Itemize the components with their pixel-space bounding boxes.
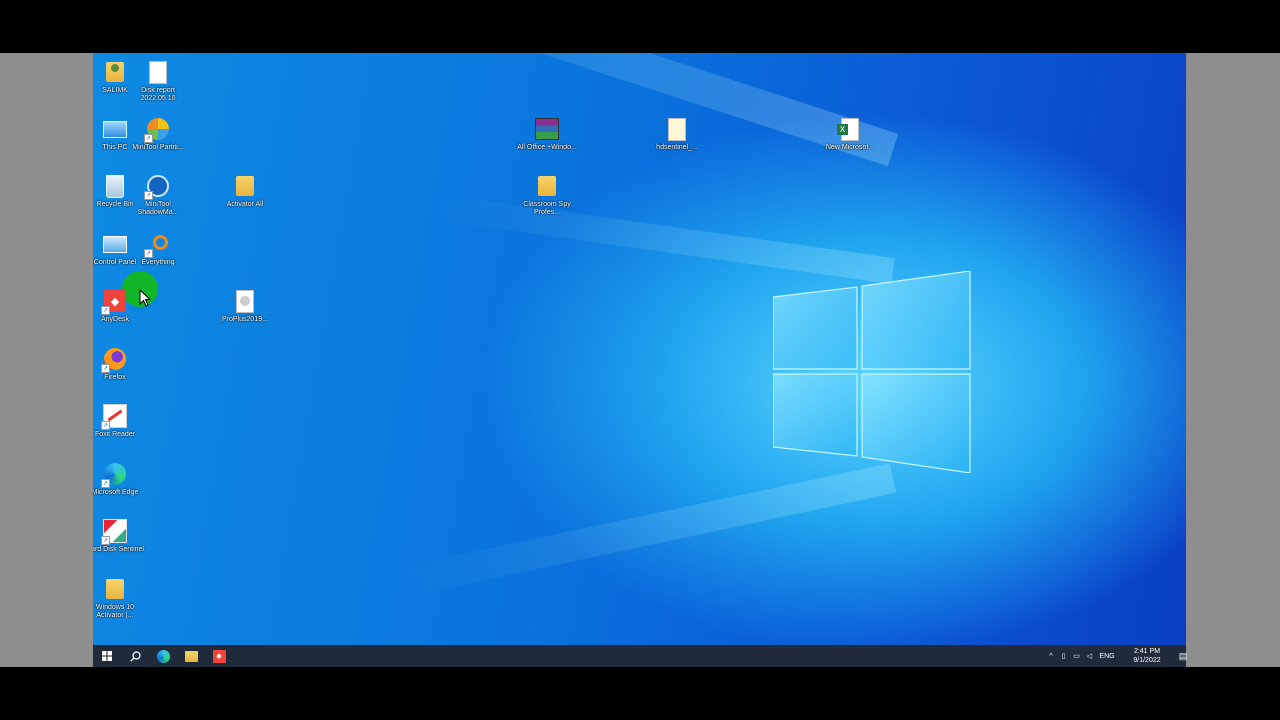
icon-label: MiniTool Partiti... xyxy=(132,144,184,151)
desktop-icon-everything[interactable]: ↗ Everything xyxy=(128,231,188,267)
icon-label: AnyDesk xyxy=(100,316,129,323)
light-beam xyxy=(400,463,897,597)
system-tray: ^ ▯ ▭ ◁ ENG 2:41 PM 9/1/2022 ▤ xyxy=(1045,645,1194,667)
icon-label: New Microsof... xyxy=(825,144,875,151)
taskbar: ◆ ^ ▯ ▭ ◁ ENG 2:41 PM 9/1/2022 ▤ xyxy=(93,645,1187,667)
usb-icon[interactable]: ▯ xyxy=(1057,652,1070,660)
desktop-icon-firefox[interactable]: ↗ Firefox xyxy=(93,346,145,382)
desktop[interactable]: SALIMK Disk report 2022.05.10 This PC ↗ … xyxy=(93,53,1186,645)
search-icon xyxy=(129,650,141,662)
file-explorer-icon xyxy=(184,650,198,662)
computer-icon xyxy=(102,116,128,142)
desktop-icon-minitool-shadowmaker[interactable]: ↗ MiniTool ShadowMa... xyxy=(128,173,188,217)
folder-icon xyxy=(534,173,560,199)
recycle-bin-icon xyxy=(102,173,128,199)
taskbar-anydesk[interactable]: ◆ xyxy=(205,645,233,667)
desktop-icon-microsoft-edge[interactable]: ↗ Microsoft Edge xyxy=(93,461,145,497)
icon-label: Foxit Reader xyxy=(94,431,136,438)
start-button[interactable] xyxy=(93,645,121,667)
desktop-icon-proplus2019[interactable]: ProPlus2019... xyxy=(215,288,275,324)
zip-file-icon xyxy=(664,116,690,142)
windows-start-icon xyxy=(102,651,112,661)
desktop-icon-disk-report[interactable]: Disk report 2022.05.10 xyxy=(128,59,188,103)
anydesk-icon: ◆ ↗ xyxy=(101,288,128,315)
clock-date: 9/1/2022 xyxy=(1133,657,1161,664)
network-icon[interactable]: ▭ xyxy=(1070,652,1083,660)
desktop-icon-hdsentinel[interactable]: hdsentinel_... xyxy=(647,116,707,152)
desktop-icon-anydesk[interactable]: ◆ ↗ AnyDesk xyxy=(93,288,145,324)
disc-image-icon xyxy=(232,288,258,314)
icon-label: Firefox xyxy=(104,374,126,381)
excel-icon: X xyxy=(837,116,863,142)
letterbox-right xyxy=(1186,53,1280,667)
document-icon xyxy=(145,59,171,85)
user-folder-icon xyxy=(102,59,128,85)
desktop-icon-windows-10-activator[interactable]: Windows 10 Activator (... xyxy=(93,576,145,620)
letterbox-left xyxy=(0,53,93,667)
anydesk-icon: ◆ xyxy=(212,649,226,663)
folder-icon xyxy=(232,173,258,199)
clock-time: 2:41 PM xyxy=(1133,648,1161,655)
hard-disk-icon: ↗ xyxy=(101,518,128,545)
desktop-icon-minitool-partition[interactable]: ↗ MiniTool Partiti... xyxy=(128,116,188,152)
volume-icon[interactable]: ◁ xyxy=(1083,652,1096,660)
notification-icon[interactable]: ▤ xyxy=(1172,651,1194,662)
minitool-shadowmaker-icon: ↗ xyxy=(144,173,171,200)
icon-label: Windows 10 Activator (... xyxy=(95,604,135,619)
firefox-icon: ↗ xyxy=(101,346,128,373)
edge-icon xyxy=(156,649,170,663)
folder-icon xyxy=(102,576,128,602)
pdf-reader-icon: ↗ xyxy=(101,403,128,430)
desktop-icon-all-office-windows[interactable]: All Office +Windo... xyxy=(517,116,577,152)
icon-label: Hard Disk Sentinel xyxy=(93,546,144,553)
desktop-icon-hard-disk-sentinel[interactable]: ↗ Hard Disk Sentinel xyxy=(93,518,145,554)
icon-label: Classroom Spy Profes... xyxy=(523,201,571,216)
search-button[interactable] xyxy=(121,645,149,667)
control-panel-icon xyxy=(102,231,128,257)
winrar-icon xyxy=(534,116,560,142)
icon-label: ProPlus2019... xyxy=(222,316,268,323)
desktop-icon-new-microsoft-excel[interactable]: X New Microsof... xyxy=(820,116,880,152)
minitool-partition-icon: ↗ xyxy=(144,116,171,143)
language-indicator[interactable]: ENG xyxy=(1096,653,1118,660)
mouse-pointer-icon xyxy=(139,289,151,307)
desktop-icon-foxit-reader[interactable]: ↗ Foxit Reader xyxy=(93,403,145,439)
desktop-icon-activator-all[interactable]: Activator All xyxy=(215,173,275,209)
edge-icon: ↗ xyxy=(101,461,128,488)
icon-label: Everything xyxy=(141,259,175,266)
icon-label: Microsoft Edge xyxy=(93,489,139,496)
taskbar-edge[interactable] xyxy=(149,645,177,667)
icon-label: Activator All xyxy=(226,201,264,208)
magnifier-icon: ↗ xyxy=(144,231,171,258)
icon-label: Disk report 2022.05.10 xyxy=(140,87,176,102)
clock[interactable]: 2:41 PM 9/1/2022 xyxy=(1122,647,1172,665)
icon-label: hdsentinel_... xyxy=(656,144,698,151)
desktop-icon-classroom-spy[interactable]: Classroom Spy Profes... xyxy=(517,173,577,217)
show-hidden-icons-button[interactable]: ^ xyxy=(1045,653,1057,660)
light-beam xyxy=(298,53,899,167)
windows-logo-wallpaper xyxy=(773,271,971,473)
icon-label: MiniTool ShadowMa... xyxy=(137,201,179,216)
taskbar-file-explorer[interactable] xyxy=(177,645,205,667)
icon-label: All Office +Windo... xyxy=(517,144,577,151)
